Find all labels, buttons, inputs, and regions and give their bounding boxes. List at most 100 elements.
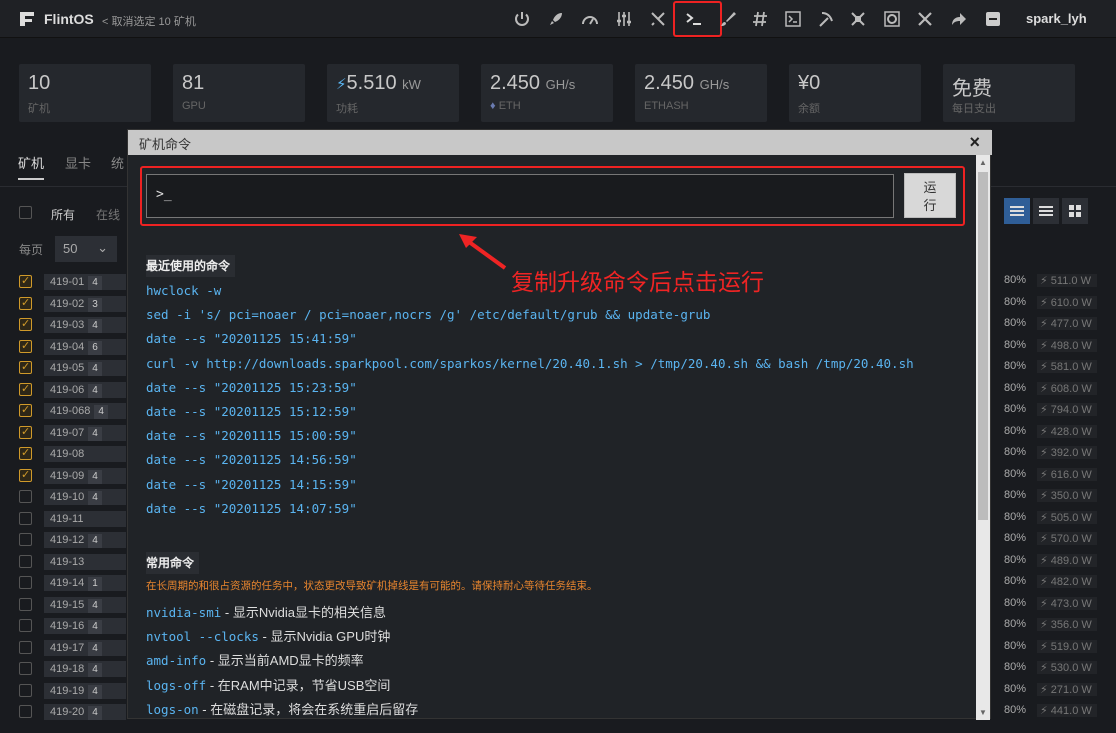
row-checkbox[interactable]	[19, 619, 32, 632]
row-checkbox[interactable]	[19, 705, 32, 718]
per-page-select[interactable]: 50 ⌄	[55, 236, 117, 262]
miner-name[interactable]: 419-05 4	[44, 360, 126, 376]
view-list-button[interactable]	[1004, 198, 1030, 224]
tab-miners[interactable]: 矿机	[18, 153, 44, 172]
recent-command-item[interactable]: date --s "20201125 14:56:59"	[146, 452, 357, 467]
miner-name[interactable]: 419-06 4	[44, 381, 126, 398]
minus-square-icon[interactable]	[982, 8, 1004, 30]
miner-name[interactable]: 419-15 4	[44, 596, 126, 613]
miner-name[interactable]: 419-08	[44, 446, 126, 462]
miner-name[interactable]: 419-04 6	[44, 338, 126, 355]
miner-name[interactable]: 419-18 4	[44, 661, 126, 677]
drone-icon[interactable]	[847, 8, 869, 30]
view-compact-button[interactable]	[1033, 198, 1059, 224]
common-command-item[interactable]: logs-on - 在磁盘记录，将会在系统重启后留存	[146, 699, 418, 718]
recent-command-item[interactable]: date --s "20201125 15:41:59"	[146, 331, 357, 346]
wrench-screwdriver-icon[interactable]	[914, 8, 936, 30]
miner-name[interactable]: 419-14 1	[44, 575, 126, 591]
tab-stats[interactable]: 统	[111, 153, 124, 172]
command-name[interactable]: nvidia-smi	[146, 605, 221, 620]
filter-online[interactable]: 在线	[96, 206, 120, 223]
row-checkbox[interactable]	[19, 640, 32, 654]
top-bar: FlintOS < 取消选定 10 矿机 spark_lyh	[0, 0, 1116, 38]
command-name[interactable]: nvtool --clocks	[146, 629, 259, 644]
view-grid-button[interactable]	[1062, 198, 1088, 224]
gpu-count-badge: 1	[88, 577, 102, 591]
brush-icon[interactable]	[717, 8, 739, 30]
recent-command-item[interactable]: hwclock -w	[146, 283, 221, 298]
recent-command-item[interactable]: date --s "20201115 15:00:59"	[146, 428, 357, 443]
scroll-thumb[interactable]	[978, 172, 988, 520]
miner-name[interactable]: 419-068 4	[44, 403, 126, 419]
row-checkbox[interactable]	[19, 468, 32, 482]
close-icon[interactable]: ×	[969, 132, 980, 153]
row-checkbox[interactable]	[19, 511, 32, 525]
recent-command-item[interactable]: date --s "20201125 15:23:59"	[146, 380, 357, 395]
row-checkbox[interactable]	[19, 576, 32, 589]
filter-all[interactable]: 所有	[51, 206, 75, 223]
row-checkbox[interactable]	[19, 296, 32, 310]
row-checkbox[interactable]	[19, 662, 32, 675]
recent-command-item[interactable]: curl -v http://downloads.sparkpool.com/s…	[146, 356, 914, 371]
command-name[interactable]: logs-off	[146, 678, 206, 693]
miner-name[interactable]: 419-16 4	[44, 618, 126, 634]
fan-icon[interactable]	[881, 8, 903, 30]
row-checkbox[interactable]	[19, 274, 32, 288]
console-icon[interactable]	[782, 8, 804, 30]
row-checkbox[interactable]	[19, 317, 32, 331]
tab-gpus[interactable]: 显卡	[65, 153, 91, 172]
row-checkbox[interactable]	[19, 597, 32, 611]
miner-name[interactable]: 419-07 4	[44, 424, 126, 441]
common-command-item[interactable]: amd-info - 显示当前AMD显卡的频率	[146, 650, 364, 669]
scroll-up-icon[interactable]: ▲	[979, 158, 987, 167]
gauge-icon[interactable]	[579, 8, 601, 30]
miner-name-text: 419-20	[50, 706, 85, 718]
scroll-down-icon[interactable]: ▼	[979, 708, 987, 717]
recent-command-item[interactable]: sed -i 's/ pci=noaer / pci=noaer,nocrs /…	[146, 307, 710, 322]
row-checkbox[interactable]	[19, 382, 32, 396]
pickaxe-icon[interactable]	[815, 8, 837, 30]
common-command-item[interactable]: nvtool --clocks - 显示Nvidia GPU时钟	[146, 626, 390, 645]
miner-name[interactable]: 419-12 4	[44, 532, 126, 548]
miner-name[interactable]: 419-03 4	[44, 317, 126, 333]
miner-name[interactable]: 419-09 4	[44, 467, 126, 484]
miner-name[interactable]: 419-20 4	[44, 704, 126, 720]
miner-name[interactable]: 419-10 4	[44, 489, 126, 505]
command-name[interactable]: logs-on	[146, 702, 199, 717]
recent-command-item[interactable]: date --s "20201125 14:15:59"	[146, 477, 357, 492]
row-checkbox[interactable]	[19, 554, 32, 568]
miner-name[interactable]: 419-01 4	[44, 274, 126, 290]
recent-command-item[interactable]: date --s "20201125 15:12:59"	[146, 404, 357, 419]
power-icon[interactable]	[511, 8, 533, 30]
select-all-checkbox[interactable]	[19, 206, 32, 219]
power-reading: ⚡ 530.0 W	[1037, 661, 1097, 674]
rocket-icon[interactable]	[545, 8, 567, 30]
miner-name[interactable]: 419-13	[44, 553, 126, 570]
row-checkbox[interactable]	[19, 683, 32, 697]
run-button[interactable]: 运行	[904, 173, 956, 218]
row-checkbox[interactable]	[19, 360, 32, 374]
miner-name[interactable]: 419-19 4	[44, 682, 126, 699]
common-command-item[interactable]: logs-off - 在RAM中记录，节省USB空间	[146, 675, 390, 694]
row-checkbox[interactable]	[19, 446, 32, 460]
miner-name[interactable]: 419-17 4	[44, 639, 126, 656]
stat-number: 2.450	[644, 72, 695, 94]
user-name[interactable]: spark_lyh	[1026, 11, 1087, 26]
row-checkbox[interactable]	[19, 533, 32, 546]
miner-name[interactable]: 419-02 3	[44, 295, 126, 312]
dialog-scrollbar[interactable]: ▲ ▼	[976, 155, 990, 720]
row-checkbox[interactable]	[19, 403, 32, 417]
common-command-item[interactable]: nvidia-smi - 显示Nvidia显卡的相关信息	[146, 602, 386, 621]
deselect-breadcrumb[interactable]: < 取消选定 10 矿机	[102, 13, 196, 29]
row-checkbox[interactable]	[19, 425, 32, 439]
share-icon[interactable]	[948, 8, 970, 30]
row-checkbox[interactable]	[19, 339, 32, 353]
command-input[interactable]: >_	[146, 174, 894, 218]
tools-icon[interactable]	[647, 8, 669, 30]
command-name[interactable]: amd-info	[146, 653, 206, 668]
recent-command-item[interactable]: date --s "20201125 14:07:59"	[146, 501, 357, 516]
miner-name[interactable]: 419-11	[44, 510, 126, 527]
sliders-icon[interactable]	[613, 8, 635, 30]
row-checkbox[interactable]	[19, 490, 32, 503]
hash-icon[interactable]	[749, 8, 771, 30]
